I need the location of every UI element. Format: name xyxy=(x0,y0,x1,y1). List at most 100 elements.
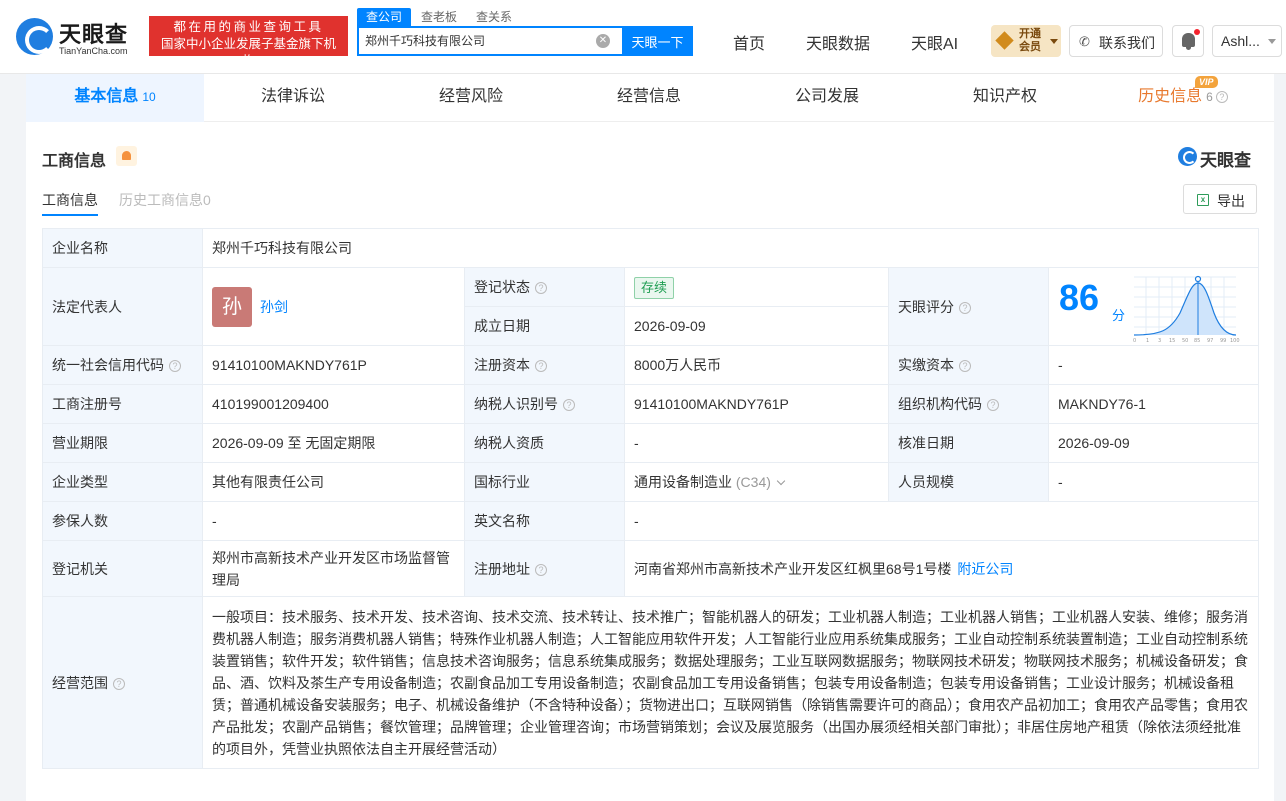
help-icon[interactable]: ? xyxy=(169,360,181,372)
table-row: 企业名称 郑州千巧科技有限公司 xyxy=(42,228,1260,268)
vip-label: 开通会员 xyxy=(1019,28,1041,53)
tab-operation[interactable]: 经营信息 xyxy=(560,74,738,122)
label-text: 注册资本 xyxy=(474,357,530,373)
nav-ai[interactable]: 天眼AI xyxy=(911,30,958,54)
cell-label: 统一社会信用代码? xyxy=(42,345,203,385)
help-icon[interactable]: ? xyxy=(987,399,999,411)
site-logo[interactable]: 天眼查 TianYanCha.com xyxy=(16,17,144,57)
cell-label: 工商注册号 xyxy=(42,384,203,424)
tab-ip[interactable]: 知识产权 xyxy=(916,74,1094,122)
cell-label: 参保人数 xyxy=(42,501,203,541)
contact-label: 联系我们 xyxy=(1099,35,1155,51)
vip-badge: VIP xyxy=(1195,76,1218,88)
score-unit: 分 xyxy=(1112,307,1126,323)
slogan-line-1: 都在用的商业查询工具 xyxy=(173,20,324,34)
help-icon[interactable]: ? xyxy=(535,563,547,576)
search-tab-boss[interactable]: 查老板 xyxy=(421,8,457,26)
legal-rep-link[interactable]: 孙剑 xyxy=(260,299,288,315)
paid-capital: - xyxy=(1047,345,1260,385)
address-cell: 河南省郑州市高新技术产业开发区红枫里68号1号楼 附近公司 xyxy=(623,540,1260,597)
subtab-history-business-info[interactable]: 历史工商信息0 xyxy=(119,190,211,210)
section-title: 工商信息 xyxy=(42,153,107,170)
clear-icon[interactable]: ✕ xyxy=(596,34,610,48)
nav-home[interactable]: 首页 xyxy=(733,30,765,54)
logo-eye-icon xyxy=(1178,147,1197,166)
cell-label: 企业类型 xyxy=(42,462,203,502)
approve-date: 2026-09-09 xyxy=(1047,423,1260,463)
insured-count: - xyxy=(202,501,465,541)
cell-label: 注册资本? xyxy=(464,345,625,385)
bell-icon[interactable] xyxy=(116,146,137,166)
label-text: 天眼评分 xyxy=(898,298,954,315)
axis-tick: 85 xyxy=(1194,338,1200,343)
label-text: 纳税人识别号 xyxy=(474,396,558,412)
staff-size: - xyxy=(1047,462,1260,502)
search-input[interactable] xyxy=(365,33,585,47)
diamond-icon xyxy=(995,31,1014,50)
score-cell[interactable]: 86 分 0 1 3 15 50 85 97 99 100 xyxy=(1047,267,1260,346)
score-distribution-chart: 0 1 3 15 50 85 97 99 100 xyxy=(1133,275,1240,343)
vip-button[interactable]: 开通会员 xyxy=(991,25,1061,57)
help-icon[interactable]: ? xyxy=(113,677,125,690)
label-text: 统一社会信用代码 xyxy=(52,357,164,373)
status-badge: 存续 xyxy=(634,276,675,299)
axis-tick: 1 xyxy=(1146,338,1149,343)
help-icon[interactable]: ? xyxy=(535,282,547,294)
industry-code: (C34) xyxy=(735,474,771,490)
reg-status-cell: 存续 xyxy=(624,267,889,307)
notification-dot xyxy=(1194,29,1200,35)
industry-cell[interactable]: 通用设备制造业 (C34) xyxy=(624,462,889,502)
tab-basic-info[interactable]: 基本信息 10 xyxy=(26,74,204,122)
axis-tick: 15 xyxy=(1169,338,1175,343)
score-value: 86 xyxy=(1059,276,1100,318)
reg-capital: 8000万人民币 xyxy=(624,345,889,385)
help-icon[interactable]: ? xyxy=(1215,91,1228,103)
notification-button[interactable] xyxy=(1172,25,1204,57)
cell-label: 纳税人资质 xyxy=(464,423,625,463)
help-icon[interactable]: ? xyxy=(563,399,575,411)
logo-eye-icon xyxy=(16,18,53,55)
reg-authority: 郑州市高新技术产业开发区市场监督管理局 xyxy=(202,540,465,597)
business-scope: 一般项目：技术服务、技术开发、技术咨询、技术交流、技术转让、技术推广；智能机器人… xyxy=(201,596,1260,769)
contact-button[interactable]: ✆ 联系我们 xyxy=(1069,25,1163,57)
avatar[interactable]: 孙 xyxy=(212,286,252,327)
brand-name: 天眼查 xyxy=(1200,151,1251,170)
help-icon[interactable]: ? xyxy=(535,360,547,372)
cell-label: 组织机构代码? xyxy=(888,384,1049,424)
reg-address: 河南省郑州市高新技术产业开发区红枫里68号1号楼 xyxy=(634,560,952,577)
chevron-down-icon xyxy=(1268,39,1276,44)
axis-tick: 3 xyxy=(1158,338,1161,343)
help-icon[interactable]: ? xyxy=(959,301,971,314)
cell-label: 经营范围? xyxy=(42,596,203,769)
table-row: 登记机关 郑州市高新技术产业开发区市场监督管理局 注册地址? 河南省郑州市高新技… xyxy=(42,540,1260,597)
excel-icon: x xyxy=(1197,194,1209,206)
search-tab-company[interactable]: 查公司 xyxy=(357,8,412,26)
nav-data[interactable]: 天眼数据 xyxy=(806,30,870,54)
credit-code: 91410100MAKNDY761P xyxy=(202,345,465,385)
label-text: 经营范围 xyxy=(52,674,108,691)
label-text: 注册地址 xyxy=(474,560,530,577)
tab-development[interactable]: 公司发展 xyxy=(738,74,916,122)
subtab-business-info[interactable]: 工商信息 xyxy=(42,190,98,216)
help-icon[interactable]: ? xyxy=(959,360,971,372)
cell-label: 企业名称 xyxy=(42,228,203,268)
axis-tick: 50 xyxy=(1182,338,1188,343)
tab-risk[interactable]: 经营风险 xyxy=(382,74,560,122)
slogan-banner: 都在用的商业查询工具 国家中小企业发展子基金旗下机构 xyxy=(149,16,348,68)
nearby-companies-link[interactable]: 附近公司 xyxy=(957,561,1013,577)
cell-label: 营业期限 xyxy=(42,423,203,463)
cell-label: 纳税人识别号? xyxy=(464,384,625,424)
table-row: 统一社会信用代码? 91410100MAKNDY761P 注册资本? 8000万… xyxy=(42,345,1260,385)
industry: 通用设备制造业 xyxy=(634,474,732,490)
phone-icon: ✆ xyxy=(1079,34,1090,49)
axis-tick: 99 xyxy=(1220,338,1226,343)
search-tab-relation[interactable]: 查关系 xyxy=(476,8,512,26)
tab-litigation[interactable]: 法律诉讼 xyxy=(204,74,382,122)
search-button[interactable]: 天眼一下 xyxy=(622,26,693,56)
user-menu[interactable]: Ashl... xyxy=(1212,25,1282,57)
export-button[interactable]: x 导出 xyxy=(1183,184,1257,214)
tab-history[interactable]: 历史信息 6? xyxy=(1094,74,1272,122)
tax-qualification: - xyxy=(624,423,889,463)
business-info-table: 企业名称 郑州千巧科技有限公司 法定代表人 孙孙剑 登记状态? 存续 天眼评分?… xyxy=(42,228,1260,769)
cell-label: 成立日期 xyxy=(464,306,625,346)
